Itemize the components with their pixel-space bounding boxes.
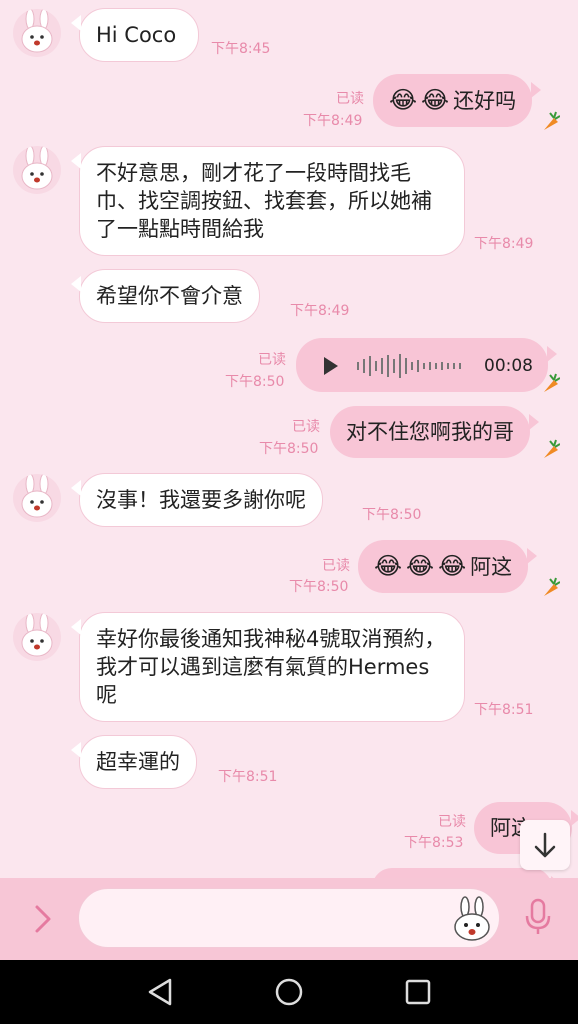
bunny-sticker-icon[interactable] [452, 896, 492, 942]
microphone-icon[interactable] [524, 898, 552, 936]
laughing-crying-emoji: 😂 [389, 86, 418, 114]
laughing-crying-emoji: 😂 [406, 552, 435, 580]
message-text: 还好吗 [453, 89, 517, 113]
message-time: 下午8:49 [474, 236, 534, 252]
message-text: 幸好你最後通知我神秘4號取消預約，我才可以遇到這麼有氣質的Hermes呢 [96, 627, 446, 707]
bunny-avatar-icon [21, 474, 53, 518]
square-recents-icon[interactable] [404, 976, 432, 1008]
contact-avatar[interactable] [13, 9, 61, 57]
laughing-crying-emoji: 😂 [438, 552, 467, 580]
incoming-message[interactable]: 不好意思，剛才花了一段時間找毛巾、找空調按鈕、找套套，所以她補了一點點時間給我 [71, 146, 465, 256]
contact-avatar[interactable] [13, 613, 61, 661]
incoming-message[interactable]: 幸好你最後通知我神秘4號取消預約，我才可以遇到這麼有氣質的Hermes呢 [71, 612, 465, 722]
carrot-icon [544, 577, 560, 596]
incoming-message[interactable]: Hi Coco [70, 8, 200, 62]
incoming-message[interactable]: 沒事！我還要多謝你呢 [71, 473, 323, 527]
bunny-avatar-icon [21, 9, 53, 53]
contact-avatar[interactable] [13, 474, 61, 522]
chat-thread[interactable]: Hi Coco 下午8:45 已读 下午8:49 😂 😂 还好吗 不好意思，剛才花了… [0, 0, 578, 878]
message-time: 下午8:50 [362, 507, 422, 523]
waveform-icon [357, 354, 461, 378]
message-text: 对不住您啊我的哥 [346, 420, 514, 444]
carrot-icon [544, 111, 560, 130]
read-receipt: 已读 [438, 814, 466, 830]
message-input[interactable] [78, 888, 500, 948]
laughing-crying-emoji: 😂 [421, 86, 450, 114]
laughing-crying-emoji: 😂 [374, 552, 403, 580]
outgoing-message[interactable]: 对不住您啊我的哥 [330, 406, 539, 458]
message-time: 下午8:51 [474, 702, 534, 718]
message-time: 下午8:51 [218, 769, 278, 785]
incoming-message[interactable]: 超幸運的 [71, 735, 197, 789]
message-text: 不好意思，剛才花了一段時間找毛巾、找空調按鈕、找套套，所以她補了一點點時間給我 [96, 161, 432, 241]
message-time: 下午8:50 [289, 579, 349, 595]
carrot-icon [544, 439, 560, 458]
read-receipt: 已读 [258, 352, 286, 368]
message-time: 下午8:50 [259, 441, 319, 457]
triangle-back-icon[interactable] [146, 976, 174, 1008]
message-time: 下午8:53 [404, 835, 464, 851]
voice-message[interactable]: 00:08 [296, 338, 557, 392]
message-text: 阿这 [470, 555, 513, 579]
read-receipt: 已读 [292, 419, 320, 435]
outgoing-message[interactable]: 😂 😂 😂 阿这 [358, 540, 538, 593]
message-time: 下午8:49 [290, 303, 350, 319]
circle-home-icon[interactable] [274, 976, 304, 1008]
read-receipt: 已读 [322, 558, 350, 574]
message-time: 下午8:49 [303, 113, 363, 129]
outgoing-message[interactable]: 😂 😂 还好吗 [373, 74, 542, 127]
bunny-avatar-icon [21, 146, 53, 190]
message-text: 沒事！我還要多謝你呢 [96, 488, 306, 512]
message-composer [0, 878, 578, 960]
voice-duration: 00:08 [484, 356, 533, 376]
system-navigation-bar [0, 960, 578, 1024]
message-text: Hi Coco [96, 23, 177, 47]
contact-avatar[interactable] [13, 146, 61, 194]
message-time: 下午8:50 [225, 374, 285, 390]
message-time: 下午8:45 [211, 41, 271, 57]
read-receipt: 已读 [336, 91, 364, 107]
arrow-down-icon [534, 832, 556, 858]
play-icon[interactable] [324, 357, 338, 375]
incoming-message[interactable]: 希望你不會介意 [71, 269, 260, 323]
message-text: 希望你不會介意 [96, 284, 243, 308]
chevron-right-icon[interactable] [32, 904, 54, 934]
scroll-to-bottom-button[interactable] [520, 820, 570, 870]
carrot-icon [544, 373, 560, 392]
bunny-avatar-icon [21, 613, 53, 657]
message-text: 超幸運的 [96, 750, 180, 774]
